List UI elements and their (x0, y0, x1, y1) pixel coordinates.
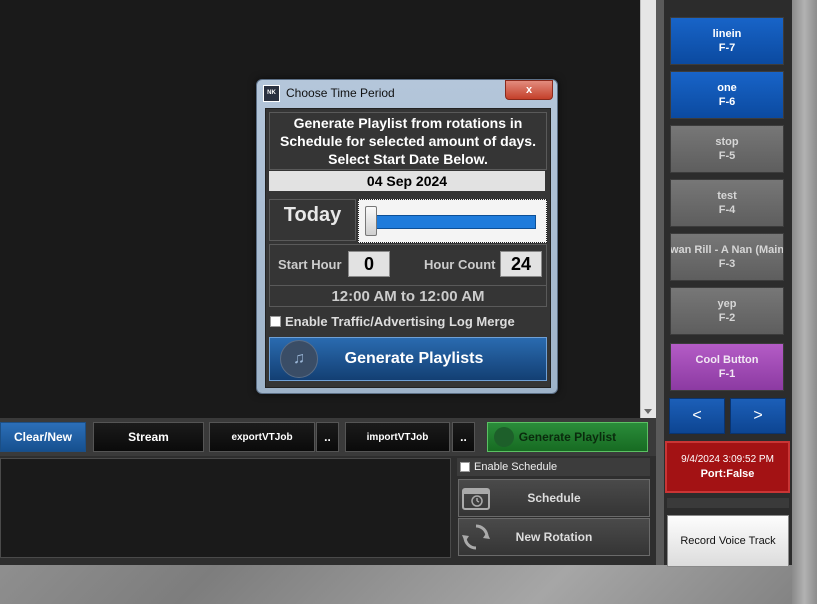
hotkey-label: test (717, 190, 737, 202)
import-vt-job-button[interactable]: importVTJob (345, 422, 450, 452)
heading-line-3: Select Start Date Below. (328, 151, 488, 167)
enable-schedule-label: Enable Schedule (474, 461, 558, 473)
hotkey-button-f1[interactable]: Cool Button F-1 (670, 343, 784, 391)
choose-time-period-dialog: NK Choose Time Period x Generate Playlis… (256, 79, 558, 394)
traffic-merge-checkbox[interactable] (270, 315, 281, 327)
traffic-merge-label: Enable Traffic/Advertising Log Merge (285, 313, 515, 329)
hotkey-key: F-3 (718, 258, 736, 270)
hotkey-next-button[interactable]: > (730, 398, 786, 434)
schedule-button[interactable]: Schedule (458, 479, 650, 517)
hotkey-key: F-2 (718, 312, 736, 324)
generate-playlists-button[interactable]: ♫ Generate Playlists (269, 337, 547, 381)
dialog-title-bar[interactable]: NK Choose Time Period (263, 84, 493, 102)
hotkey-label: yep (717, 298, 737, 310)
heading-line-2: Schedule for selected amount of days. (280, 133, 536, 149)
day-count-slider[interactable] (358, 199, 547, 243)
hotkey-label: Cool Button (695, 354, 759, 366)
hotkey-key: F-6 (718, 96, 736, 108)
start-date-display: 04 Sep 2024 (269, 171, 545, 191)
hotkey-button-f7[interactable]: linein F-7 (670, 17, 784, 65)
hotkey-button-f6[interactable]: one F-6 (670, 71, 784, 119)
rotation-icon (459, 522, 493, 552)
hotkey-button-f2[interactable]: yep F-2 (670, 287, 784, 335)
generate-playlists-label: Generate Playlists (344, 350, 484, 367)
scroll-down-arrow-icon[interactable] (644, 409, 652, 414)
schedule-label: Schedule (527, 491, 581, 505)
right-edge-background (792, 0, 817, 604)
export-vt-job-button[interactable]: exportVTJob (209, 422, 315, 452)
slider-track[interactable] (365, 215, 536, 229)
status-divider (667, 498, 789, 508)
app-logo-icon: NK (263, 84, 280, 102)
status-port: Port:False (700, 468, 755, 480)
new-rotation-label: New Rotation (515, 530, 593, 544)
time-range-display: 12:00 AM to 12:00 AM (269, 285, 547, 307)
hotkey-button-f5[interactable]: stop F-5 (670, 125, 784, 173)
hotkey-key: F-7 (718, 42, 736, 54)
close-button[interactable]: x (505, 80, 553, 100)
new-rotation-button[interactable]: New Rotation (458, 518, 650, 556)
calendar-icon (459, 485, 493, 511)
hotkey-prev-button[interactable]: < (669, 398, 725, 434)
clear-new-button[interactable]: Clear/New (0, 422, 86, 452)
import-vt-more-button[interactable]: .. (452, 422, 475, 452)
status-datetime: 9/4/2024 3:09:52 PM (681, 454, 774, 465)
record-voice-track-button[interactable]: Record Voice Track (667, 515, 789, 567)
slider-thumb[interactable] (365, 206, 377, 236)
stream-button[interactable]: Stream (93, 422, 204, 452)
enable-schedule-row[interactable]: Enable Schedule (457, 458, 650, 476)
export-vt-more-button[interactable]: .. (316, 422, 339, 452)
dialog-body: Generate Playlist from rotations in Sche… (265, 108, 551, 388)
dialog-heading: Generate Playlist from rotations in Sche… (269, 112, 547, 170)
hotkey-button-f4[interactable]: test F-4 (670, 179, 784, 227)
heading-line-1: Generate Playlist from rotations in (293, 115, 523, 131)
today-label: Today (269, 199, 356, 241)
dialog-title: Choose Time Period (286, 86, 395, 100)
enable-schedule-checkbox[interactable] (460, 462, 470, 472)
main-scrollbar[interactable] (640, 0, 656, 418)
start-hour-input[interactable]: 0 (348, 251, 390, 277)
hotkey-label: stop (715, 136, 739, 148)
generate-playlist-button[interactable]: Generate Playlist (487, 422, 648, 452)
playlist-icon (494, 427, 514, 447)
hour-count-label: Hour Count (424, 257, 496, 272)
hotkey-label: wan Rill - A Nan (Main (670, 244, 784, 256)
music-note-icon: ♫ (280, 340, 318, 378)
hour-count-input[interactable]: 24 (500, 251, 542, 277)
log-output-box[interactable] (0, 458, 451, 558)
traffic-merge-row[interactable]: Enable Traffic/Advertising Log Merge (269, 313, 545, 329)
hotkey-key: F-5 (718, 150, 736, 162)
status-box: 9/4/2024 3:09:52 PM Port:False (665, 441, 790, 493)
generate-playlist-label: Generate Playlist (518, 430, 617, 444)
hotkey-label: one (717, 82, 737, 94)
hotkey-button-f3[interactable]: wan Rill - A Nan (Main F-3 (670, 233, 784, 281)
hotkey-key: F-4 (718, 204, 736, 216)
start-hour-label: Start Hour (278, 257, 342, 272)
hour-settings-row: Start Hour 0 Hour Count 24 (269, 244, 547, 286)
hotkey-key: F-1 (718, 368, 736, 380)
hotkey-label: linein (712, 28, 742, 40)
